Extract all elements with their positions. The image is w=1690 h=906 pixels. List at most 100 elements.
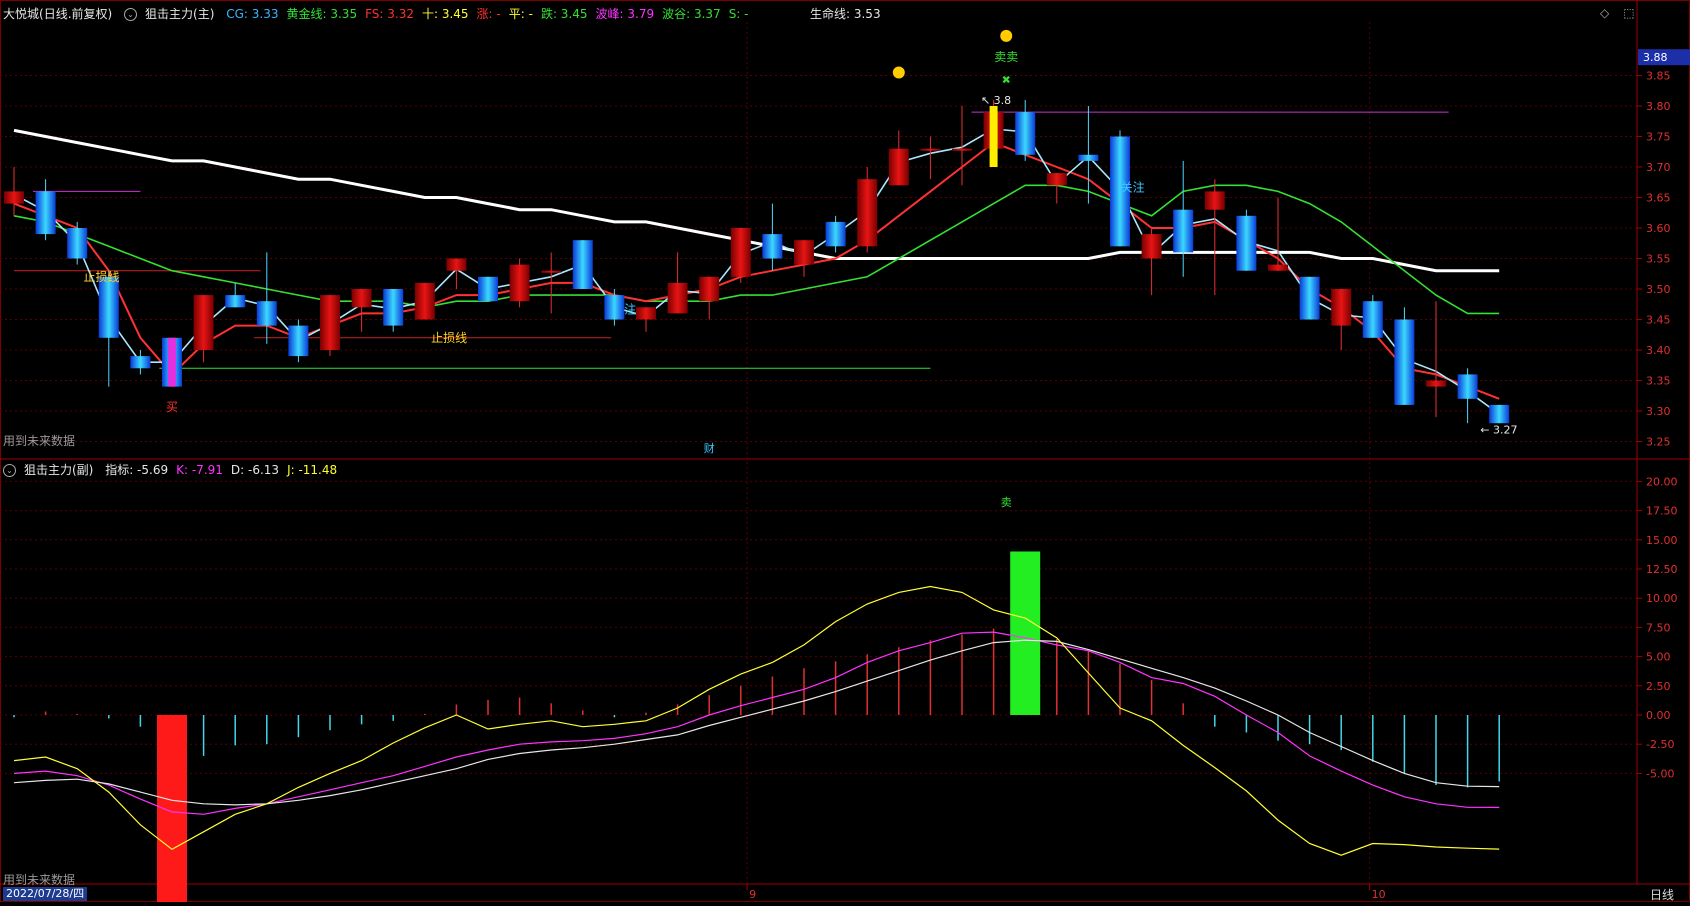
month-label: 10 [1372, 888, 1386, 901]
candle-body [541, 270, 562, 273]
price-tick-label: 3.85 [1646, 70, 1671, 83]
candle-body [130, 356, 151, 369]
sub-indicator-item: K: -7.91 [176, 463, 223, 477]
main-indicator-item: FS: 3.32 [365, 7, 414, 21]
candle-body [4, 191, 24, 204]
sub-indicator-name[interactable]: 狙击主力(副) [24, 463, 93, 477]
price-tick-label: 3.55 [1646, 253, 1671, 266]
main-indicator-item: 十: 3.45 [421, 7, 469, 21]
smiley-icon [1000, 29, 1013, 42]
expand-icon[interactable]: ⬚ [1623, 6, 1634, 20]
candle-body [888, 148, 909, 186]
indicator-tick-label: 2.50 [1646, 680, 1671, 693]
candle-body [857, 179, 878, 247]
candle-body [920, 148, 941, 151]
collapse-icon[interactable]: ⌄ [3, 464, 16, 477]
price-tick-label: 3.45 [1646, 314, 1671, 327]
main-panel-header: 大悦城(日线.前复权) ⌄ 狙击主力(主) CG: 3.33 黄金线: 3.35 FS… [3, 3, 765, 25]
candle-body [1394, 319, 1415, 405]
watch-label: 注 [624, 301, 636, 316]
candle-body [256, 301, 277, 326]
line-黄金线 [13, 184, 1500, 315]
candle-body [1173, 209, 1194, 253]
candle-body [383, 289, 404, 326]
candle-body [952, 148, 972, 151]
price-tick-label: 3.75 [1646, 131, 1671, 144]
indicator-tick-label: 15.00 [1646, 534, 1678, 547]
candle-body [762, 234, 783, 259]
collapse-icon[interactable]: ⌄ [124, 8, 138, 21]
main-indicator-values: CG: 3.33 黄金线: 3.35 FS: 3.32 十: 3.45 涨: - 平: -… [226, 7, 756, 21]
indicator-tick-label: 5.00 [1646, 651, 1671, 664]
candle-body [730, 228, 751, 277]
chart-mode: (日线.前复权) [39, 7, 113, 21]
candle-body [1457, 374, 1478, 399]
candle-body [1362, 301, 1383, 338]
indicator-tick-label: 7.50 [1646, 621, 1671, 634]
candle-body [1204, 191, 1225, 210]
current-price-label: 3.88 [1643, 51, 1668, 64]
price-tick-label: 3.35 [1646, 375, 1671, 388]
smiley-icon [892, 66, 905, 79]
candle-body [636, 307, 656, 320]
sub-indicator-item: D: -6.13 [230, 463, 280, 477]
indicator-line-J [13, 585, 1500, 856]
candle-body [446, 258, 467, 271]
indicator-tick-label: 12.50 [1646, 563, 1678, 576]
price-tick-label: 3.80 [1646, 100, 1671, 113]
buy-signal-bar [168, 337, 176, 387]
candle-body [67, 228, 88, 259]
candle-body [35, 191, 56, 235]
main-indicator-item: 涨: - [476, 7, 501, 21]
price-tick-label: 3.50 [1646, 283, 1671, 296]
candle-body [351, 289, 372, 308]
candle-body [1046, 173, 1067, 186]
indicator-line-D [13, 639, 1500, 806]
sell-signal-bar [989, 106, 998, 167]
candle-body [288, 325, 309, 357]
sell-label: 卖卖 [994, 50, 1018, 64]
watch-label: 关注 [1121, 179, 1145, 194]
stock-name[interactable]: 大悦城 [3, 7, 39, 21]
stop-loss-label: 止损线 [84, 270, 120, 284]
low-price-label: ← 3.27 [1480, 423, 1517, 436]
price-tick-label: 3.40 [1646, 344, 1671, 357]
price-tick-label: 3.25 [1646, 436, 1671, 449]
price-tick-label: 3.60 [1646, 222, 1671, 235]
price-tick-label: 3.30 [1646, 405, 1671, 418]
candle-body [1331, 289, 1352, 326]
signal-bar [157, 715, 187, 906]
candle-body [1141, 234, 1162, 259]
candle-body [794, 240, 814, 265]
future-data-warning-sub: 用到未来数据 [3, 873, 76, 887]
main-indicator-item: CG: 3.33 [226, 7, 279, 21]
period-label[interactable]: 日线 [1650, 886, 1674, 903]
candle-body [1236, 215, 1257, 271]
indicator-tick-label: 20.00 [1646, 475, 1678, 488]
main-indicator-name[interactable]: 狙击主力(主) [145, 7, 214, 21]
candle-body [1078, 154, 1099, 161]
sell-cross-icon: ✖ [1002, 74, 1011, 87]
candle-body [604, 295, 625, 320]
indicator-tick-label: 10.00 [1646, 592, 1678, 605]
candle-body [667, 282, 688, 314]
main-indicator-item: 平: - [508, 7, 533, 21]
chart-svg[interactable]: 3.85 3.80 3.75 3.70 3.65 3.60 3.55 3.50 3.45 3.40… [0, 0, 1690, 906]
sub-indicator-item: J: -11.48 [287, 463, 338, 477]
main-indicator-item: 波谷: 3.37 [662, 7, 721, 21]
indicator-tick-label: -5.00 [1646, 767, 1674, 780]
high-price-label: ↖ 3.8 [981, 94, 1011, 107]
chart-stage: 3.85 3.80 3.75 3.70 3.65 3.60 3.55 3.50 3.45 3.40… [0, 0, 1690, 906]
candle-body [1268, 264, 1288, 271]
candle-body [478, 276, 498, 302]
diamond-icon[interactable]: ◇ [1600, 6, 1609, 20]
month-label: 9 [749, 888, 756, 901]
sub-indicator-values: 指标: -5.69 K: -7.91 D: -6.13 J: -11.48 [105, 463, 345, 477]
main-indicator-item: 跌: 3.45 [540, 7, 588, 21]
candle-body [193, 295, 214, 350]
indicator-tick-label: -2.50 [1646, 738, 1674, 751]
price-tick-label: 3.65 [1646, 192, 1671, 205]
indicator-tick-label: 17.50 [1646, 505, 1678, 518]
candle-body [1426, 380, 1446, 387]
indicator-line-K [13, 631, 1500, 815]
